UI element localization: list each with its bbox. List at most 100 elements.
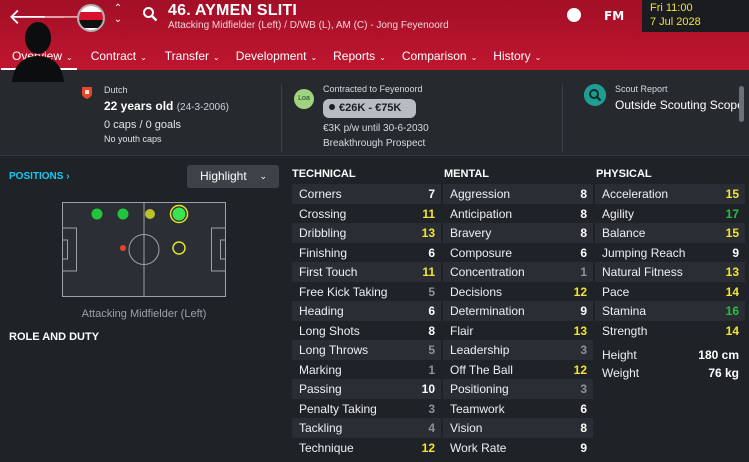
divider bbox=[281, 84, 282, 152]
chevron-down-icon[interactable]: ⌄ bbox=[112, 14, 124, 25]
attribute-value: 9 bbox=[580, 440, 587, 455]
attribute-row[interactable]: Technique 12 bbox=[292, 438, 441, 458]
weight-value: 76 kg bbox=[708, 366, 739, 380]
attribute-row[interactable]: Penalty Taking 3 bbox=[292, 399, 441, 419]
attribute-row[interactable]: Free Kick Taking 5 bbox=[292, 282, 441, 302]
attribute-row[interactable]: Determination 9 bbox=[443, 301, 593, 321]
scout-report-value[interactable]: Outside Scouting Scope bbox=[615, 98, 744, 112]
contract-club[interactable]: Contracted to Feyenoord bbox=[323, 84, 423, 94]
value-range-pill[interactable]: €26K - €75K bbox=[323, 99, 416, 118]
attribute-row[interactable]: Teamwork 6 bbox=[443, 399, 593, 419]
attribute-value: 6 bbox=[580, 401, 587, 416]
youth-caps: No youth caps bbox=[104, 134, 162, 144]
highlight-dropdown[interactable]: Highlight ⌄ bbox=[187, 165, 279, 188]
attribute-name: Stamina bbox=[602, 304, 647, 318]
tab-label: Contract bbox=[90, 49, 137, 63]
height-value: 180 cm bbox=[698, 348, 739, 362]
attribute-row[interactable]: Long Shots 8 bbox=[292, 321, 441, 341]
attribute-value: 5 bbox=[428, 284, 435, 299]
attribute-row[interactable]: Pace 14 bbox=[595, 282, 745, 302]
attribute-row[interactable]: Passing 10 bbox=[292, 379, 441, 399]
football-icon[interactable] bbox=[567, 8, 581, 22]
attribute-name: Work Rate bbox=[450, 440, 507, 455]
attribute-row[interactable]: Bravery 8 bbox=[443, 223, 593, 243]
attribute-name: Marking bbox=[299, 362, 342, 377]
attribute-value: 8 bbox=[580, 187, 587, 201]
attribute-name: Dribbling bbox=[299, 226, 347, 240]
tab-reports[interactable]: Reports ⌄ bbox=[325, 44, 394, 70]
chevron-down-icon: ⌄ bbox=[213, 53, 220, 62]
attribute-row[interactable]: Strength 14 bbox=[595, 321, 745, 341]
attribute-row[interactable]: Natural Fitness 13 bbox=[595, 262, 745, 282]
attribute-value: 9 bbox=[580, 304, 587, 318]
position-dot bbox=[120, 245, 126, 251]
chevron-up-icon[interactable]: ⌃ bbox=[112, 3, 124, 14]
attribute-row[interactable]: Acceleration 15 bbox=[595, 184, 745, 204]
scout-report-icon[interactable] bbox=[584, 84, 606, 106]
tab-comparison[interactable]: Comparison ⌄ bbox=[394, 44, 485, 70]
attribute-row[interactable]: Aggression 8 bbox=[443, 184, 593, 204]
loan-status-badge[interactable]: Loa bbox=[294, 89, 314, 109]
attribute-row[interactable]: Tackling 4 bbox=[292, 418, 441, 438]
game-date[interactable]: Fri 11:00 7 Jul 2028 bbox=[642, 0, 749, 32]
search-icon[interactable] bbox=[142, 6, 158, 22]
attribute-row[interactable]: Crossing 11 bbox=[292, 204, 441, 224]
tab-history[interactable]: History ⌄ bbox=[485, 44, 549, 70]
attribute-value: 16 bbox=[725, 304, 739, 318]
attribute-name: Decisions bbox=[450, 284, 503, 299]
attribute-value: 10 bbox=[421, 382, 435, 396]
chevron-down-icon: ⌄ bbox=[379, 53, 386, 62]
attribute-row[interactable]: Composure 6 bbox=[443, 243, 593, 263]
attribute-value: 12 bbox=[573, 284, 587, 299]
role-duty-header: ROLE AND DUTY bbox=[9, 331, 100, 343]
attribute-row[interactable]: Corners 7 bbox=[292, 184, 441, 204]
attribute-row[interactable]: Vision 8 bbox=[443, 418, 593, 438]
international-caps: 0 caps / 0 goals bbox=[104, 119, 182, 131]
attribute-name: Concentration bbox=[450, 265, 525, 279]
attribute-row[interactable]: Flair 13 bbox=[443, 321, 593, 341]
attribute-row[interactable]: Finishing 6 bbox=[292, 243, 441, 263]
divider bbox=[562, 84, 563, 152]
attribute-name: Passing bbox=[299, 382, 342, 396]
attribute-row[interactable]: Marking 1 bbox=[292, 360, 441, 380]
scout-report-label: Scout Report bbox=[615, 84, 668, 94]
nationality[interactable]: Dutch bbox=[104, 85, 128, 95]
attribute-row[interactable]: Anticipation 8 bbox=[443, 204, 593, 224]
game-date-text: 7 Jul 2028 bbox=[650, 16, 701, 28]
attribute-row[interactable]: Work Rate 9 bbox=[443, 438, 593, 458]
height-row: Height 180 cm bbox=[595, 346, 745, 364]
attribute-row[interactable]: Stamina 16 bbox=[595, 301, 745, 321]
fm-logo[interactable]: FM bbox=[604, 9, 624, 23]
tab-development[interactable]: Development ⌄ bbox=[228, 44, 325, 70]
attribute-row[interactable]: Leadership 3 bbox=[443, 340, 593, 360]
position-dot bbox=[117, 208, 129, 220]
attribute-row[interactable]: Heading 6 bbox=[292, 301, 441, 321]
attribute-row[interactable]: Off The Ball 12 bbox=[443, 360, 593, 380]
tab-contract[interactable]: Contract ⌄ bbox=[77, 44, 155, 70]
attribute-row[interactable]: Decisions 12 bbox=[443, 282, 593, 302]
attribute-value: 12 bbox=[421, 440, 435, 455]
attribute-row[interactable]: Balance 15 bbox=[595, 223, 745, 243]
attribute-row[interactable]: First Touch 11 bbox=[292, 262, 441, 282]
nation-flag-icon[interactable] bbox=[81, 86, 93, 100]
attribute-value: 3 bbox=[580, 343, 587, 357]
tab-transfer[interactable]: Transfer ⌄ bbox=[155, 44, 228, 70]
weight-row: Weight 76 kg bbox=[595, 364, 745, 382]
attribute-row[interactable]: Concentration 1 bbox=[443, 262, 593, 282]
position-dot bbox=[172, 207, 186, 221]
attribute-row[interactable]: Positioning 3 bbox=[443, 379, 593, 399]
player-switch[interactable]: ⌃ ⌄ bbox=[112, 3, 124, 25]
attribute-name: Jumping Reach bbox=[602, 245, 686, 260]
scrollbar[interactable] bbox=[739, 86, 744, 122]
attribute-name: First Touch bbox=[299, 265, 358, 279]
player-avatar bbox=[12, 22, 64, 82]
attribute-name: Natural Fitness bbox=[602, 265, 683, 279]
position-pitch[interactable] bbox=[62, 202, 226, 297]
attribute-row[interactable]: Agility 17 bbox=[595, 204, 745, 224]
attribute-row[interactable]: Dribbling 13 bbox=[292, 223, 441, 243]
attribute-row[interactable]: Jumping Reach 9 bbox=[595, 243, 745, 263]
club-badge-icon[interactable] bbox=[77, 4, 105, 32]
attribute-value: 15 bbox=[725, 187, 739, 201]
attribute-row[interactable]: Long Throws 5 bbox=[292, 340, 441, 360]
positions-header[interactable]: POSITIONS › bbox=[9, 171, 70, 182]
